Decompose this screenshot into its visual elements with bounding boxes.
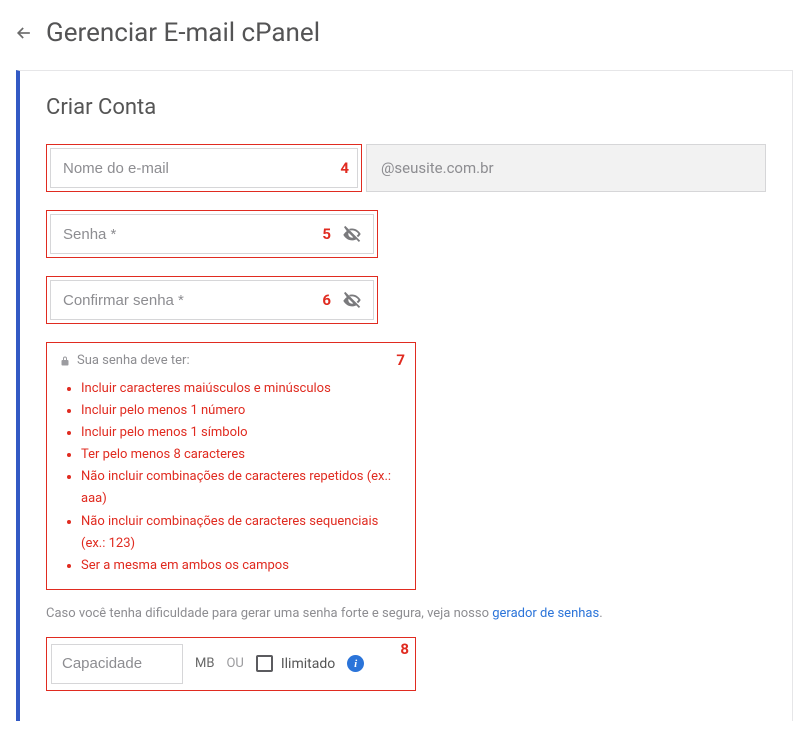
annotation-number: 8	[400, 640, 409, 658]
unlimited-checkbox[interactable]	[256, 655, 273, 672]
lock-icon	[59, 355, 71, 367]
password-field: 5	[46, 210, 378, 258]
email-domain-display: @seusite.com.br	[366, 144, 766, 192]
annotation-number: 6	[322, 291, 331, 309]
rule-item: Ser a mesma em ambos os campos	[81, 555, 403, 577]
password-hint: Caso você tenha dificuldade para gerar u…	[46, 606, 766, 621]
capacity-row: 8 MB OU Ilimitado i	[46, 637, 416, 691]
hint-text-after: .	[599, 606, 602, 621]
rule-item: Não incluir combinações de caracteres se…	[81, 511, 403, 555]
rule-item: Incluir pelo menos 1 número	[81, 400, 403, 422]
visibility-off-icon[interactable]	[341, 223, 363, 245]
unlimited-label: Ilimitado	[281, 656, 335, 672]
rules-heading: Sua senha deve ter:	[77, 353, 190, 368]
rule-item: Não incluir combinações de caracteres re…	[81, 466, 403, 510]
visibility-off-icon[interactable]	[341, 289, 363, 311]
email-name-field: 4	[46, 144, 362, 192]
back-arrow-icon[interactable]	[14, 23, 34, 43]
rule-item: Incluir pelo menos 1 símbolo	[81, 422, 403, 444]
hint-text: Caso você tenha dificuldade para gerar u…	[46, 606, 492, 621]
password-generator-link[interactable]: gerador de senhas	[492, 606, 599, 621]
rule-item: Ter pelo menos 8 caracteres	[81, 444, 403, 466]
capacity-unit: MB	[195, 656, 214, 671]
capacity-or: OU	[226, 656, 243, 671]
rule-item: Incluir caracteres maiúsculos e minúscul…	[81, 378, 403, 400]
email-name-input[interactable]	[50, 148, 358, 188]
confirm-password-field: 6	[46, 276, 378, 324]
page-title: Gerenciar E-mail cPanel	[46, 18, 320, 48]
annotation-number: 5	[322, 225, 331, 243]
rules-list: Incluir caracteres maiúsculos e minúscul…	[59, 378, 403, 577]
annotation-number: 4	[340, 159, 349, 177]
annotation-number: 7	[396, 351, 405, 369]
password-rules: 7 Sua senha deve ter: Incluir caracteres…	[46, 342, 416, 590]
info-icon[interactable]: i	[347, 655, 364, 672]
capacity-input[interactable]	[51, 644, 183, 684]
panel-title: Criar Conta	[46, 95, 766, 120]
